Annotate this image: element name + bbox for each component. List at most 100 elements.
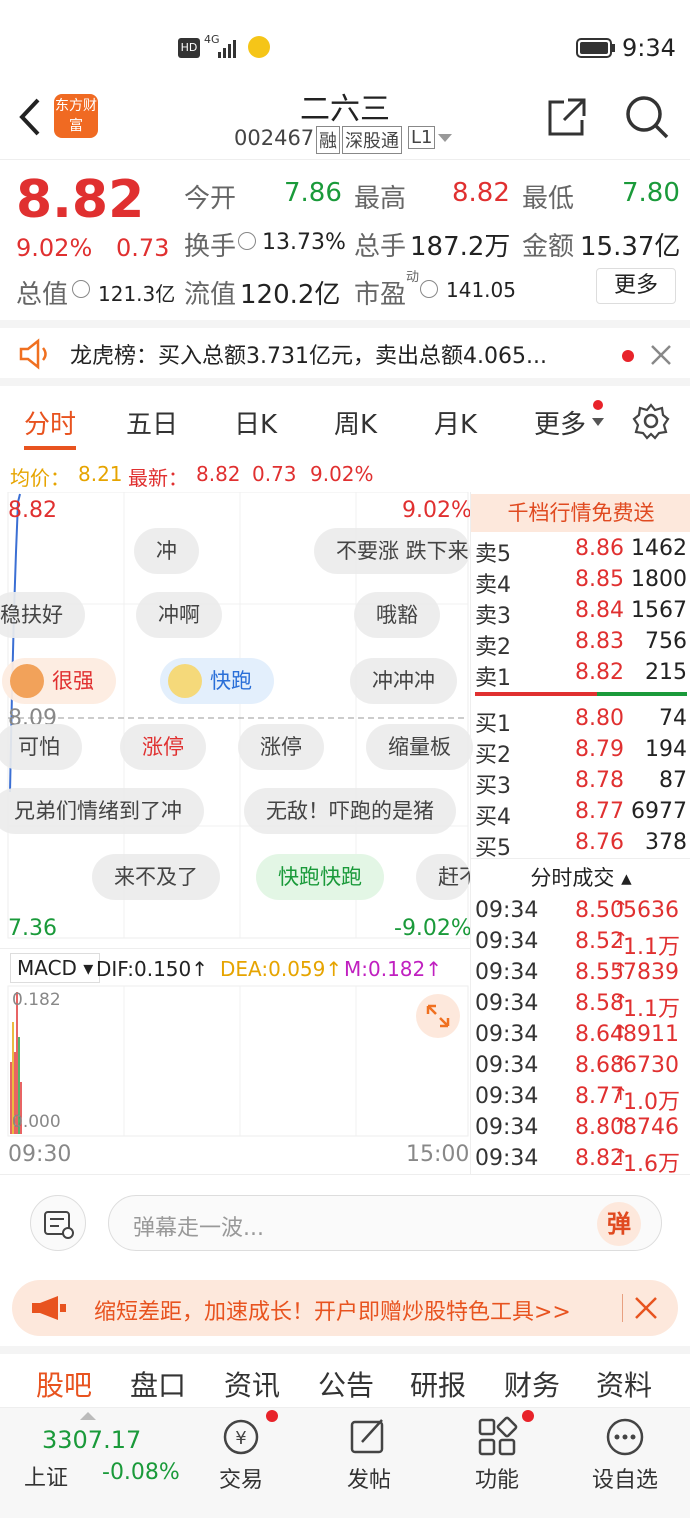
bid-row[interactable]: 买3 8.78 87 [471, 766, 690, 799]
trade-row[interactable]: 09:34 8.80 8746 ↑ [471, 1113, 690, 1144]
up-arrow-icon: ↑ [613, 991, 629, 1012]
nav-functions[interactable]: 功能 [442, 1408, 552, 1518]
chart-bottom-price: 7.36 [8, 916, 57, 941]
pe-superscript: 动 [406, 270, 420, 285]
info-icon[interactable] [420, 280, 438, 298]
info-icon[interactable] [238, 232, 256, 250]
danmaku-input[interactable]: 弹幕走一波... 弹 [108, 1195, 662, 1251]
up-arrow-icon: ↑ [613, 1115, 629, 1136]
volume-label: 总手 [354, 232, 407, 262]
trade-volume: 7839 [623, 960, 679, 985]
ask-price: 8.83 [575, 629, 624, 654]
trades-header[interactable]: 分时成交 ▴ [471, 858, 690, 896]
danmaku-bubble[interactable]: 不要涨 跌下来 [314, 528, 470, 574]
search-icon[interactable] [624, 94, 670, 140]
tab-weekly[interactable]: 周K [334, 404, 377, 441]
trade-row[interactable]: 09:34 8.50 5636 ↑ [471, 896, 690, 927]
tab-orderbook[interactable]: 盘口 [130, 1364, 186, 1404]
trade-row[interactable]: 09:34 8.64 8911 ↑ [471, 1020, 690, 1051]
danmaku-bubble[interactable]: 缩量板 [366, 724, 473, 770]
nav-trade[interactable]: ¥ 交易 [186, 1408, 296, 1518]
low-label: 最低 [522, 184, 575, 214]
tag-level: L1 [408, 126, 436, 149]
tab-announcements[interactable]: 公告 [318, 1364, 374, 1404]
tab-daily[interactable]: 日K [234, 404, 277, 441]
danmaku-bubble[interactable]: 兄弟们情绪到了冲 [0, 788, 204, 834]
tab-more[interactable]: 更多 [534, 404, 586, 441]
danmaku-bubble[interactable]: 稳扶好 [0, 592, 85, 638]
tab-five-day[interactable]: 五日 [126, 404, 178, 441]
close-icon[interactable] [650, 344, 672, 366]
more-button[interactable]: 更多 [596, 268, 676, 304]
danmaku-bubble[interactable]: 冲啊 [136, 592, 222, 638]
expand-button[interactable] [416, 994, 460, 1038]
bid-label: 买4 [475, 805, 511, 830]
trade-row[interactable]: 09:34 8.55 7839 ↑ [471, 958, 690, 989]
index-ticker[interactable]: 3307.17 上证 -0.08% [0, 1408, 180, 1518]
danmaku-placeholder: 弹幕走一波... [133, 1216, 264, 1241]
bid-row[interactable]: 买5 8.76 378 [471, 828, 690, 861]
tab-profile[interactable]: 资料 [596, 1364, 652, 1404]
bid-row[interactable]: 买1 8.80 74 [471, 704, 690, 737]
info-icon[interactable] [72, 280, 90, 298]
latest-label: 最新： [128, 466, 188, 490]
tab-news[interactable]: 资讯 [224, 1364, 280, 1404]
danmaku-bubble[interactable]: 快跑快跑 [256, 854, 384, 900]
macd-selector[interactable]: MACD ▾ [10, 953, 101, 983]
danmaku-bubble[interactable]: 冲冲冲 [350, 658, 457, 704]
trade-row[interactable]: 09:34 8.58 1.1万 ↑ [471, 989, 690, 1022]
trade-row[interactable]: 09:34 8.52 1.1万 ↑ [471, 927, 690, 960]
tab-research[interactable]: 研报 [410, 1364, 466, 1404]
bid-label: 买2 [475, 743, 511, 768]
danmaku-bubble[interactable]: 来不及了 [92, 854, 220, 900]
danmaku-bubble[interactable]: 哦豁 [354, 592, 440, 638]
tab-financials[interactable]: 财务 [504, 1364, 560, 1404]
danmaku-bubble-vip[interactable]: 快跑 [160, 658, 274, 704]
avg-label: 均价： [10, 466, 70, 490]
time-start: 09:30 [8, 1142, 72, 1167]
promo-banner[interactable]: 缩短差距，加速成长！开户即赠炒股特色工具>> [12, 1280, 678, 1336]
share-icon[interactable] [546, 96, 588, 138]
expand-icon [426, 1004, 450, 1028]
ask-row[interactable]: 卖4 8.85 1800 [471, 565, 690, 598]
bid-row[interactable]: 买2 8.79 194 [471, 735, 690, 768]
nav-watchlist[interactable]: 设自选 [570, 1408, 680, 1518]
macd-dif: DIF:0.150↑ [96, 957, 209, 981]
index-change: -0.08% [102, 1460, 180, 1485]
trade-time: 09:34 [475, 1146, 539, 1171]
header: 东方财富 二六三 002467 融 深股通 L1 [0, 80, 690, 160]
ask-row[interactable]: 卖2 8.83 756 [471, 627, 690, 660]
danmaku-bubble[interactable]: 可怕 [0, 724, 82, 770]
caret-down-icon[interactable] [438, 134, 452, 144]
bid-price: 8.80 [575, 706, 624, 731]
close-icon[interactable] [634, 1296, 658, 1320]
ask-row[interactable]: 卖1 8.82 215 [471, 658, 690, 691]
danmaku-settings-button[interactable] [30, 1195, 86, 1251]
send-danmaku-button[interactable]: 弹 [597, 1202, 641, 1246]
level2-banner[interactable]: 千档行情免费送 [471, 494, 690, 532]
ask-row[interactable]: 卖5 8.86 1462 [471, 534, 690, 567]
mktcap-value: 121.3亿 [98, 282, 176, 306]
bid-row[interactable]: 买4 8.77 6977 [471, 797, 690, 830]
danmaku-bubble[interactable]: 涨停 [238, 724, 324, 770]
nav-post[interactable]: 发帖 [314, 1408, 424, 1518]
battery-icon [576, 38, 615, 58]
ask-row[interactable]: 卖3 8.84 1567 [471, 596, 690, 629]
gear-icon[interactable] [632, 402, 670, 440]
trades-title: 分时成交 [530, 866, 615, 890]
tab-monthly[interactable]: 月K [434, 404, 477, 441]
trade-row[interactable]: 09:34 8.82 1.6万 ↑ [471, 1144, 690, 1177]
notice-bar[interactable]: 龙虎榜：买入总额3.731亿元，卖出总额4.065... [0, 320, 690, 386]
tab-forum[interactable]: 股吧 [36, 1364, 92, 1404]
danmaku-bubble[interactable]: 无敌！吓跑的是猪 [244, 788, 456, 834]
danmaku-bubble[interactable]: 涨停 [120, 724, 206, 770]
danmaku-bubble[interactable]: 赶不 [416, 854, 470, 900]
trade-row[interactable]: 09:34 8.68 6730 ↑ [471, 1051, 690, 1082]
danmaku-bubble-vip[interactable]: 很强 [2, 658, 116, 704]
trade-volume: 1.1万 [623, 935, 680, 960]
danmaku-bubble[interactable]: 冲 [134, 528, 199, 574]
trade-time: 09:34 [475, 1053, 539, 1078]
trade-row[interactable]: 09:34 8.77 1.0万 ↑ [471, 1082, 690, 1115]
tab-intraday[interactable]: 分时 [24, 404, 76, 441]
intraday-chart[interactable]: 8.82 9.02% 8.09 7.36 -9.02% MACD ▾ DIF:0… [0, 492, 473, 1174]
